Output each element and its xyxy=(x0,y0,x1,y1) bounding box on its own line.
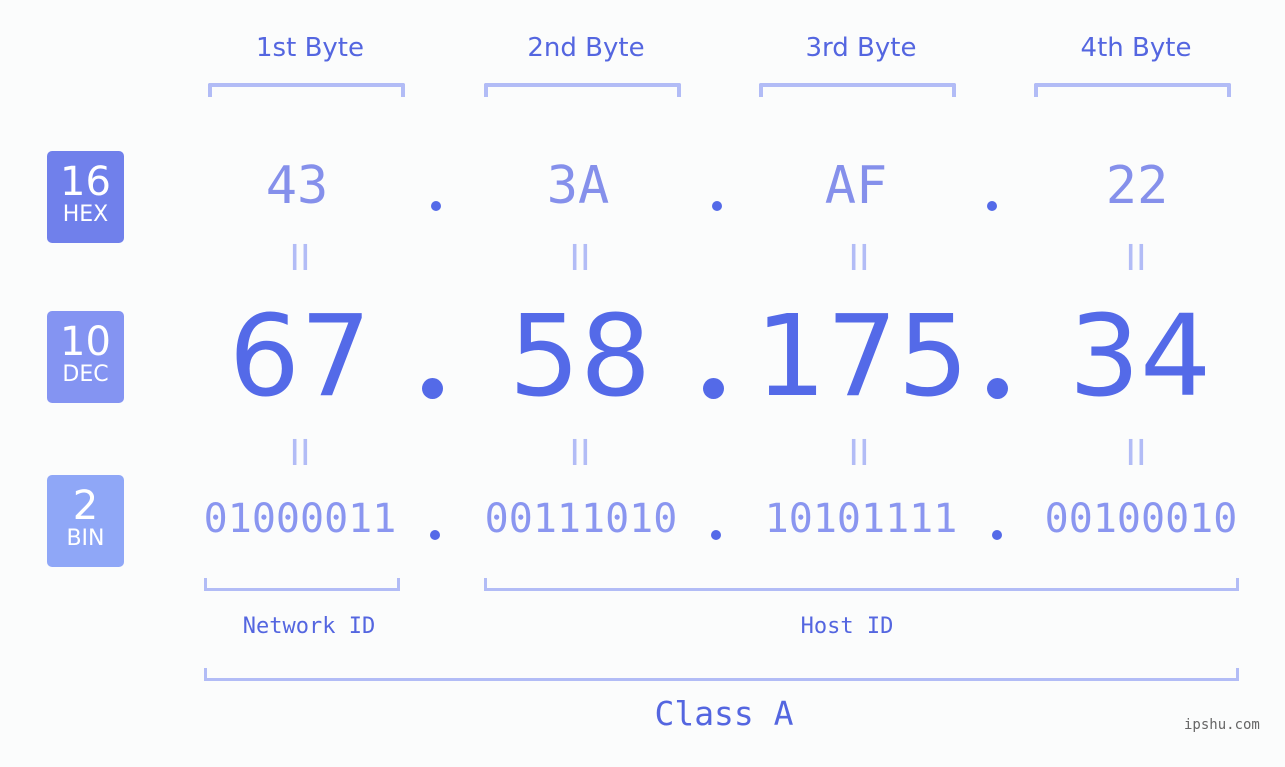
bin-dot-1 xyxy=(430,530,440,540)
equals-hex-dec-4: II xyxy=(1125,238,1147,279)
dec-dot-2 xyxy=(703,378,724,399)
byte-header-2: 2nd Byte xyxy=(527,33,645,63)
network-id-bracket xyxy=(204,578,400,591)
hex-dot-2 xyxy=(712,201,722,211)
watermark: ipshu.com xyxy=(1184,717,1260,733)
byte-header-3: 3rd Byte xyxy=(805,33,917,63)
bin-dot-2 xyxy=(711,530,721,540)
equals-hex-dec-2: II xyxy=(569,238,591,279)
equals-hex-dec-1: II xyxy=(289,238,311,279)
hex-base-number: 16 xyxy=(60,159,111,205)
byte-header-1: 1st Byte xyxy=(256,33,364,63)
equals-hex-dec-3: II xyxy=(848,238,870,279)
dec-base-number: 10 xyxy=(60,319,111,365)
byte-bracket-2 xyxy=(484,83,681,97)
byte-header-4: 4th Byte xyxy=(1080,33,1192,63)
hex-octet-2: 3A xyxy=(546,156,610,216)
class-label: Class A xyxy=(654,694,794,733)
class-bracket xyxy=(204,668,1239,681)
dec-dot-3 xyxy=(987,378,1008,399)
hex-dot-3 xyxy=(987,201,997,211)
byte-bracket-4 xyxy=(1034,83,1231,97)
dec-base-badge: 10 DEC xyxy=(47,311,124,403)
bin-base-badge: 2 BIN xyxy=(47,475,124,567)
dec-octet-1: 67 xyxy=(228,292,372,422)
network-id-label: Network ID xyxy=(242,614,376,639)
equals-dec-bin-3: II xyxy=(848,433,870,474)
bin-octet-1: 01000011 xyxy=(203,496,397,542)
dec-octet-2: 58 xyxy=(508,292,652,422)
bin-base-label: BIN xyxy=(66,526,105,551)
equals-dec-bin-2: II xyxy=(569,433,591,474)
hex-octet-1: 43 xyxy=(265,156,329,216)
bin-octet-2: 00111010 xyxy=(484,496,678,542)
equals-dec-bin-4: II xyxy=(1125,433,1147,474)
host-id-bracket xyxy=(484,578,1239,591)
byte-bracket-3 xyxy=(759,83,956,97)
hex-base-label: HEX xyxy=(62,202,109,227)
hex-base-badge: 16 HEX xyxy=(47,151,124,243)
bin-octet-3: 10101111 xyxy=(764,496,958,542)
hex-octet-4: 22 xyxy=(1105,156,1169,216)
dec-octet-3: 175 xyxy=(755,292,969,422)
equals-dec-bin-1: II xyxy=(289,433,311,474)
bin-octet-4: 00100010 xyxy=(1044,496,1238,542)
dec-octet-4: 34 xyxy=(1068,292,1212,422)
bin-dot-3 xyxy=(992,530,1002,540)
hex-dot-1 xyxy=(431,201,441,211)
dec-base-label: DEC xyxy=(62,362,109,387)
bin-base-number: 2 xyxy=(72,483,99,529)
host-id-label: Host ID xyxy=(800,614,894,639)
dec-dot-1 xyxy=(422,378,443,399)
hex-octet-3: AF xyxy=(824,156,888,216)
byte-bracket-1 xyxy=(208,83,405,97)
